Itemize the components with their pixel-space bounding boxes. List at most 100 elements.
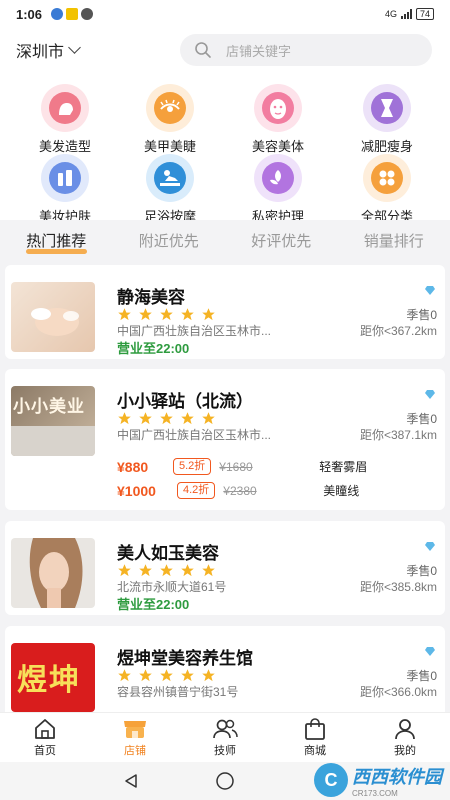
- star-icon: [181, 564, 194, 577]
- back-icon[interactable]: [123, 773, 139, 789]
- body-slimming-icon: [363, 84, 411, 132]
- original-price: ¥2380: [223, 483, 257, 498]
- battery-icon: 74: [415, 8, 434, 20]
- category-cosmetics[interactable]: 美妆护肤: [15, 154, 115, 225]
- category-foot-massage[interactable]: 足浴按摩: [120, 154, 220, 225]
- profile-icon: [395, 718, 415, 739]
- service-name: 美瞳线: [323, 484, 360, 498]
- shop-distance: 距你<366.0km: [359, 685, 437, 699]
- star-icon: [160, 308, 173, 321]
- thumbnail-sign-text: 小小美业: [13, 397, 85, 416]
- rating-stars: [117, 668, 216, 683]
- category-nail-lash[interactable]: 美甲美睫: [120, 84, 220, 155]
- diamond-icon: [425, 390, 435, 399]
- all-categories-icon: [363, 154, 411, 202]
- nav-label: 技师: [214, 744, 236, 757]
- shop-name: 煜坤堂美容养生馆: [117, 649, 253, 668]
- category-hair-styling[interactable]: 美发造型: [15, 84, 115, 155]
- thumbnail-sign-text: 煜坤: [17, 664, 81, 697]
- diamond-icon: [425, 286, 435, 295]
- shop-card[interactable]: 静海美容 季售0 中国广西壮族自治区玉林市... 距你<367.2km 营业至2…: [5, 265, 445, 359]
- tab-top-rated[interactable]: 好评优先: [225, 230, 338, 251]
- category-grid: 美发造型 美甲美睫 美容美体 减肥瘦身 美妆护肤 足浴按摩 私密护理 全部分类: [0, 72, 450, 224]
- cosmetics-icon: [41, 154, 89, 202]
- nav-label: 商城: [304, 744, 326, 757]
- star-icon: [202, 308, 215, 321]
- deal-price: ¥1000: [117, 482, 156, 499]
- quarter-sales: 季售0: [406, 308, 437, 322]
- watermark-icon: C: [314, 763, 348, 797]
- shop-card[interactable]: 煜坤 煜坤堂美容养生馆 季售0 容县容州镇普宁街31号 距你<366.0km: [5, 626, 445, 712]
- sort-tabs: 热门推荐 附近优先 好评优先 销量排行: [0, 220, 450, 260]
- notification-icon: [81, 8, 94, 20]
- discount-badge: 5.2折: [173, 458, 212, 475]
- nav-home[interactable]: 首页: [0, 713, 90, 762]
- search-placeholder: 店铺关键字: [226, 43, 292, 59]
- star-icon: [118, 669, 131, 682]
- shop-name: 静海美容: [117, 288, 185, 307]
- signal-icon: [400, 9, 412, 19]
- category-all[interactable]: 全部分类: [337, 154, 437, 225]
- shop-address: 容县容州镇普宁街31号: [117, 685, 239, 699]
- star-icon: [181, 669, 194, 682]
- shop-distance: 距你<385.8km: [359, 580, 437, 594]
- shopping-bag-icon: [305, 717, 325, 740]
- tab-hot-recommended[interactable]: 热门推荐: [0, 230, 113, 254]
- tab-nearby[interactable]: 附近优先: [113, 230, 226, 251]
- rating-stars: [117, 563, 216, 578]
- diamond-icon: [425, 647, 435, 656]
- category-label: 美容美体: [251, 139, 304, 154]
- watermark-logo: C 西西软件园 CR173.COM: [314, 762, 442, 798]
- quarter-sales: 季售0: [406, 412, 437, 426]
- nav-store[interactable]: 店铺: [90, 713, 180, 762]
- status-time: 1:06: [16, 6, 43, 22]
- technicians-icon: [213, 719, 238, 738]
- deal-item[interactable]: ¥1000 4.2折 ¥2380 美瞳线: [117, 482, 437, 499]
- shop-thumbnail: [11, 282, 95, 352]
- category-label: 美发造型: [38, 139, 91, 154]
- original-price: ¥1680: [219, 459, 253, 474]
- category-beauty-body[interactable]: 美容美体: [228, 84, 328, 155]
- city-selector[interactable]: 深圳市: [16, 38, 176, 62]
- deal-price: ¥880: [117, 458, 149, 475]
- star-icon: [118, 308, 131, 321]
- flower-icon: [254, 154, 302, 202]
- opening-hours: 营业至22:00: [117, 597, 190, 612]
- nav-mall[interactable]: 商城: [270, 713, 360, 762]
- nav-label: 我的: [394, 744, 416, 757]
- opening-hours: 营业至22:00: [117, 341, 190, 356]
- home-icon: [35, 718, 55, 739]
- notification-icon: [66, 8, 79, 20]
- star-icon: [160, 564, 173, 577]
- quarter-sales: 季售0: [406, 669, 437, 683]
- bottom-navigation: 首页 店铺 技师 商城 我的: [0, 712, 450, 762]
- nav-technicians[interactable]: 技师: [180, 713, 270, 762]
- category-slimming[interactable]: 减肥瘦身: [337, 84, 437, 155]
- category-label: 减肥瘦身: [360, 139, 413, 154]
- shop-card[interactable]: 小小美业 小小驿站（北流） 季售0 中国广西壮族自治区玉林市... 距你<387…: [5, 369, 445, 510]
- chevron-down-icon: [68, 41, 81, 54]
- star-icon: [202, 564, 215, 577]
- tab-sales-ranking[interactable]: 销量排行: [338, 230, 450, 251]
- shop-card[interactable]: 美人如玉美容 季售0 北流市永顺大道61号 距你<385.8km 营业至22:0…: [5, 521, 445, 615]
- home-circle-icon[interactable]: [215, 771, 235, 791]
- diamond-icon: [425, 542, 435, 551]
- star-icon: [118, 412, 131, 425]
- watermark-text: 西西软件园: [352, 766, 442, 787]
- star-icon: [139, 412, 152, 425]
- shop-distance: 距你<367.2km: [359, 324, 437, 338]
- header-bar: 深圳市 店铺关键字: [0, 28, 450, 72]
- star-icon: [118, 564, 131, 577]
- face-mask-icon: [254, 84, 302, 132]
- shop-thumbnail: 小小美业: [11, 386, 95, 456]
- star-icon: [181, 308, 194, 321]
- eyelash-icon: [146, 84, 194, 132]
- service-name: 轻奢雾眉: [319, 460, 368, 474]
- deal-item[interactable]: ¥880 5.2折 ¥1680 轻奢雾眉: [117, 458, 437, 475]
- category-private-care[interactable]: 私密护理: [228, 154, 328, 225]
- search-input[interactable]: 店铺关键字: [180, 34, 432, 66]
- status-bar: 1:06 4G 74: [0, 0, 450, 28]
- rating-stars: [117, 411, 216, 426]
- shop-address: 中国广西壮族自治区玉林市...: [117, 428, 272, 442]
- nav-profile[interactable]: 我的: [360, 713, 450, 762]
